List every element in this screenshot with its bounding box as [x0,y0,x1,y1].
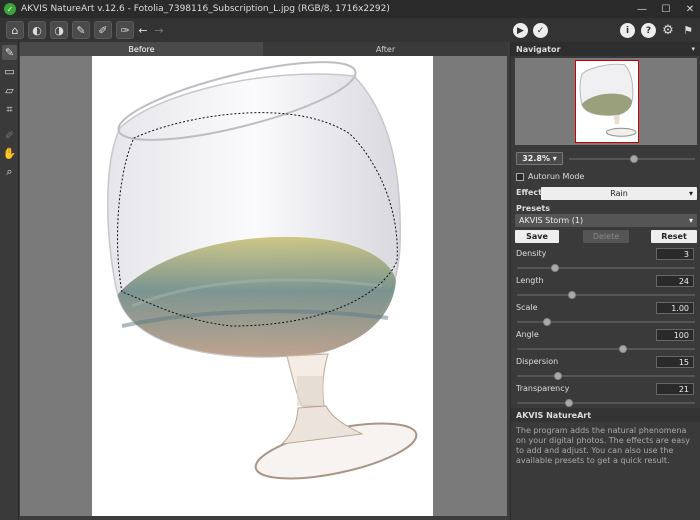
chevron-down-icon: ▾ [688,189,693,198]
title-bar: ✓ AKVIS NatureArt v.12.6 - Fotolia_73981… [0,0,700,18]
density-value-field[interactable]: 3 [656,248,694,260]
navigator-thumbnail [575,60,639,143]
help-icon[interactable]: ? [641,23,656,38]
autorun-checkbox[interactable] [516,173,524,181]
save-strokes-icon[interactable]: ✐ [94,21,112,39]
length-value-field[interactable]: 24 [656,275,694,287]
length-slider-knob[interactable] [568,291,576,299]
redo-icon[interactable]: → [150,21,168,39]
length-label: Length [516,276,544,285]
crop-icon[interactable]: ⌗ [2,102,17,117]
navigator-header: Navigator ▾ [511,42,700,56]
zoom-value: 32.8% [522,154,550,163]
toolbar: ⌂ ◐ ◑ ✎ ✐ ✑ ← → ▶ ✓ i ? ⚙ ⚑ [0,18,700,42]
info-icon[interactable]: i [620,23,635,38]
brandy-glass-image [107,61,418,480]
zoom-slider[interactable] [569,155,695,163]
save-preset-button[interactable]: Save [515,230,559,243]
gear-icon[interactable]: ⚙ [659,21,677,39]
photo-brandy-glass[interactable] [92,56,433,516]
maximize-button[interactable]: ☐ [660,3,672,15]
angle-value-field[interactable]: 100 [656,329,694,341]
effect-select[interactable]: Rain ▾ [541,187,697,200]
reset-preset-button[interactable]: Reset [651,230,697,243]
navigator-preview[interactable] [515,58,697,145]
dispersion-value-field[interactable]: 15 [656,356,694,368]
glass-thumbnail [579,63,637,137]
navigator-title: Navigator [516,44,561,54]
help-header: AKVIS NatureArt [511,408,700,422]
scale-value-field[interactable]: 1.00 [656,302,694,314]
chevron-down-icon: ▾ [552,154,557,163]
delete-preset-button[interactable]: Delete [583,230,629,243]
preset-value: AKVIS Storm (1) [519,216,584,225]
home-icon[interactable]: ⌂ [6,21,24,39]
hand-icon[interactable]: ✋ [2,146,17,161]
zoom-slider-knob[interactable] [630,155,638,163]
transparency-slider-knob[interactable] [565,399,573,407]
transparency-value-field[interactable]: 21 [656,383,694,395]
window-title: AKVIS NatureArt v.12.6 - Fotolia_7398116… [21,4,390,14]
length-slider[interactable] [517,291,695,299]
run-icon[interactable]: ▶ [513,23,528,38]
chevron-down-icon: ▾ [688,216,693,225]
minimize-button[interactable]: — [636,3,648,15]
close-button[interactable]: ✕ [684,3,696,15]
tools-panel: ✎ ▭ ▱ ⌗ ✐ ✋ ⌕ [0,42,19,520]
open-image-icon[interactable]: ◐ [28,21,46,39]
apply-icon[interactable]: ✓ [533,23,548,38]
help-text: The program adds the natural phenomena o… [516,426,691,465]
scale-slider-knob[interactable] [543,318,551,326]
tab-after[interactable]: After [264,42,507,56]
view-tabs: Before After [20,42,507,56]
collapse-icon[interactable]: ▾ [691,45,695,53]
notifications-icon[interactable]: ⚑ [679,21,697,39]
dispersion-slider-knob[interactable] [554,372,562,380]
zoom-icon[interactable]: ⌕ [2,164,17,179]
scale-label: Scale [516,303,538,312]
brush-icon[interactable]: ✎ [2,45,17,60]
settings-strokes-icon[interactable]: ✑ [116,21,134,39]
angle-slider-knob[interactable] [619,345,627,353]
density-slider[interactable] [517,264,695,272]
angle-slider[interactable] [517,345,695,353]
angle-label: Angle [516,330,539,339]
transparency-label: Transparency [516,384,570,393]
tab-before[interactable]: Before [20,42,263,56]
eraser-icon[interactable]: ▭ [2,64,17,79]
scale-slider[interactable] [517,318,695,326]
autorun-label: Autorun Mode [528,172,585,181]
density-slider-knob[interactable] [551,264,559,272]
zoom-select[interactable]: 32.8% ▾ [516,152,563,165]
load-strokes-icon[interactable]: ✎ [72,21,90,39]
dispersion-slider[interactable] [517,372,695,380]
tube-icon[interactable]: ▱ [2,83,17,98]
pen-disabled-icon[interactable]: ✐ [2,128,17,143]
effect-value: Rain [610,189,628,198]
help-title: AKVIS NatureArt [516,410,592,420]
density-label: Density [516,249,547,258]
app-logo-icon: ✓ [4,3,16,15]
transparency-slider[interactable] [517,399,695,407]
save-image-icon[interactable]: ◑ [50,21,68,39]
preset-select[interactable]: AKVIS Storm (1) ▾ [515,214,697,227]
presets-label: Presets [516,204,551,213]
settings-panel: Navigator ▾ 32.8% ▾ Autorun Mode Effect:… [510,42,700,520]
dispersion-label: Dispersion [516,357,559,366]
